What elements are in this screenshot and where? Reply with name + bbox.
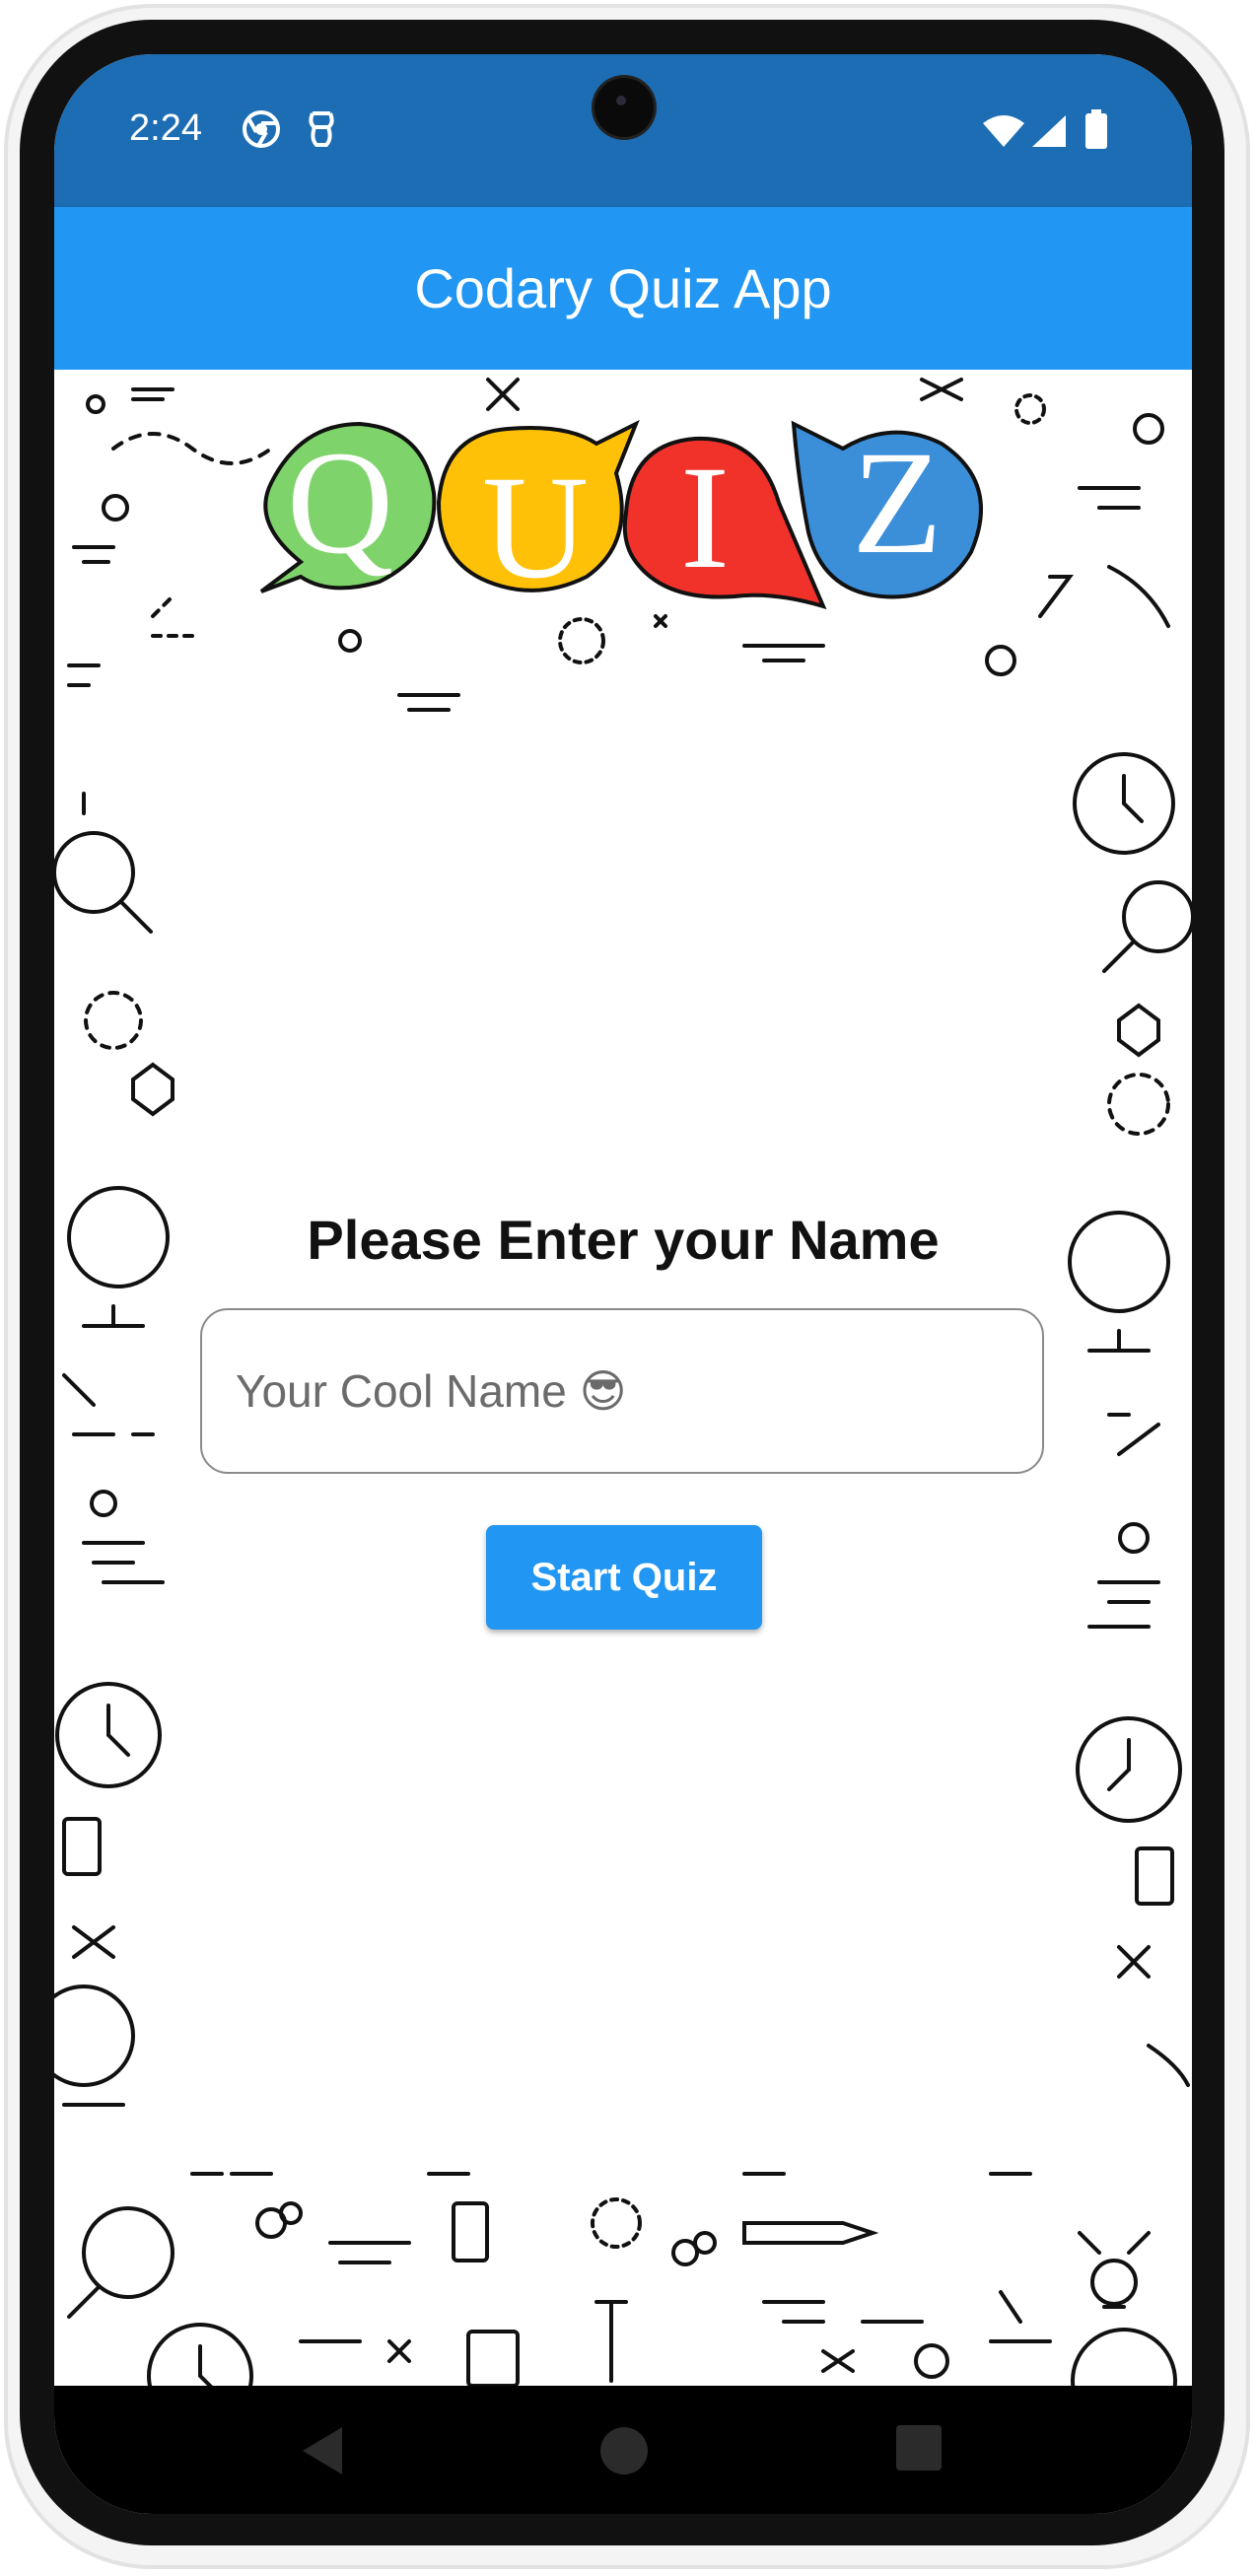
quiz-logo-letter-u: U — [436, 419, 640, 609]
quiz-start-screen: Q U I Z Please Enter your Name Start Qui… — [54, 370, 1192, 2386]
recents-icon[interactable] — [894, 2423, 944, 2477]
app-title: Codary Quiz App — [414, 257, 832, 319]
front-camera — [594, 78, 654, 137]
accessibility-icon — [305, 109, 338, 154]
home-icon[interactable] — [596, 2423, 652, 2483]
name-prompt: Please Enter your Name — [307, 1209, 940, 1271]
quiz-logo-letter-i: I — [622, 436, 827, 610]
start-quiz-button[interactable]: Start Quiz — [486, 1525, 762, 1630]
quiz-logo-letter-z: Z — [791, 420, 983, 599]
svg-text:I: I — [680, 436, 730, 599]
chrome-icon — [242, 109, 281, 154]
quiz-logo: Q U I Z — [259, 419, 983, 610]
screen: 2:24 Codary Quiz App Q U I Z Please Ente… — [54, 54, 1192, 2514]
name-input[interactable] — [200, 1308, 1044, 1474]
quiz-logo-letter-q: Q — [259, 421, 437, 593]
back-icon[interactable] — [299, 2423, 346, 2483]
wifi-icon — [981, 113, 1026, 154]
svg-text:U: U — [482, 446, 589, 609]
signal-icon — [1030, 113, 1068, 154]
status-time: 2:24 — [129, 107, 202, 149]
status-bar: 2:24 — [54, 54, 1192, 207]
battery-icon — [1085, 109, 1107, 154]
svg-text:Z: Z — [852, 421, 943, 585]
navigation-bar — [54, 2386, 1192, 2514]
svg-text:Q: Q — [287, 421, 393, 585]
app-bar: Codary Quiz App — [54, 207, 1192, 370]
